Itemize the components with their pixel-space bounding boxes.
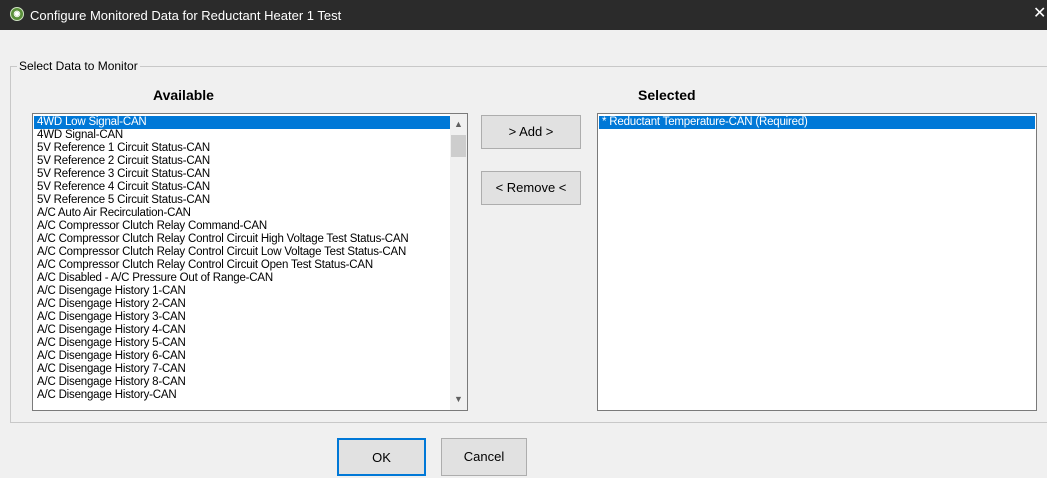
scroll-up-icon[interactable]: ▲ (450, 116, 467, 133)
list-item[interactable]: A/C Compressor Clutch Relay Command-CAN (34, 220, 450, 233)
list-item[interactable]: 5V Reference 5 Circuit Status-CAN (34, 194, 450, 207)
list-item[interactable]: A/C Compressor Clutch Relay Control Circ… (34, 259, 450, 272)
list-item[interactable]: 4WD Low Signal-CAN (34, 116, 450, 129)
list-item[interactable]: A/C Disengage History 4-CAN (34, 324, 450, 337)
selected-items: * Reductant Temperature-CAN (Required) (599, 116, 1035, 129)
groupbox-label: Select Data to Monitor (17, 59, 140, 73)
list-item[interactable]: A/C Disengage History 8-CAN (34, 376, 450, 389)
scroll-thumb[interactable] (451, 135, 466, 157)
list-item[interactable]: A/C Disengage History 3-CAN (34, 311, 450, 324)
scroll-down-icon[interactable]: ▼ (450, 391, 467, 408)
list-item[interactable]: 5V Reference 2 Circuit Status-CAN (34, 155, 450, 168)
list-item[interactable]: 4WD Signal-CAN (34, 129, 450, 142)
title-bar: ◉ Configure Monitored Data for Reductant… (0, 0, 1047, 30)
app-logo-icon: ◉ (10, 7, 24, 21)
list-item[interactable]: A/C Disabled - A/C Pressure Out of Range… (34, 272, 450, 285)
available-header: Available (153, 87, 214, 103)
add-button[interactable]: > Add > (481, 115, 581, 149)
list-item[interactable]: A/C Disengage History 6-CAN (34, 350, 450, 363)
list-item[interactable]: 5V Reference 4 Circuit Status-CAN (34, 181, 450, 194)
list-item[interactable]: A/C Disengage History 2-CAN (34, 298, 450, 311)
selected-listbox[interactable]: * Reductant Temperature-CAN (Required) (597, 113, 1037, 411)
cancel-button[interactable]: Cancel (441, 438, 527, 476)
list-item[interactable]: A/C Disengage History-CAN (34, 389, 450, 402)
list-item[interactable]: 5V Reference 1 Circuit Status-CAN (34, 142, 450, 155)
list-item[interactable]: * Reductant Temperature-CAN (Required) (599, 116, 1035, 129)
list-item[interactable]: A/C Disengage History 5-CAN (34, 337, 450, 350)
list-item[interactable]: 5V Reference 3 Circuit Status-CAN (34, 168, 450, 181)
available-items: 4WD Low Signal-CAN 4WD Signal-CAN 5V Refer… (34, 116, 450, 402)
window-title: Configure Monitored Data for Reductant H… (30, 8, 342, 23)
available-listbox[interactable]: 4WD Low Signal-CAN 4WD Signal-CAN 5V Refer… (32, 113, 468, 411)
available-scrollbar[interactable]: ▲ ▼ (450, 114, 467, 410)
list-item[interactable]: A/C Disengage History 7-CAN (34, 363, 450, 376)
selected-header: Selected (638, 87, 696, 103)
remove-button[interactable]: < Remove < (481, 171, 581, 205)
list-item[interactable]: A/C Compressor Clutch Relay Control Circ… (34, 246, 450, 259)
list-item[interactable]: A/C Compressor Clutch Relay Control Circ… (34, 233, 450, 246)
ok-button[interactable]: OK (337, 438, 426, 476)
list-item[interactable]: A/C Disengage History 1-CAN (34, 285, 450, 298)
close-icon[interactable]: ✕ (1033, 0, 1047, 30)
list-item[interactable]: A/C Auto Air Recirculation-CAN (34, 207, 450, 220)
